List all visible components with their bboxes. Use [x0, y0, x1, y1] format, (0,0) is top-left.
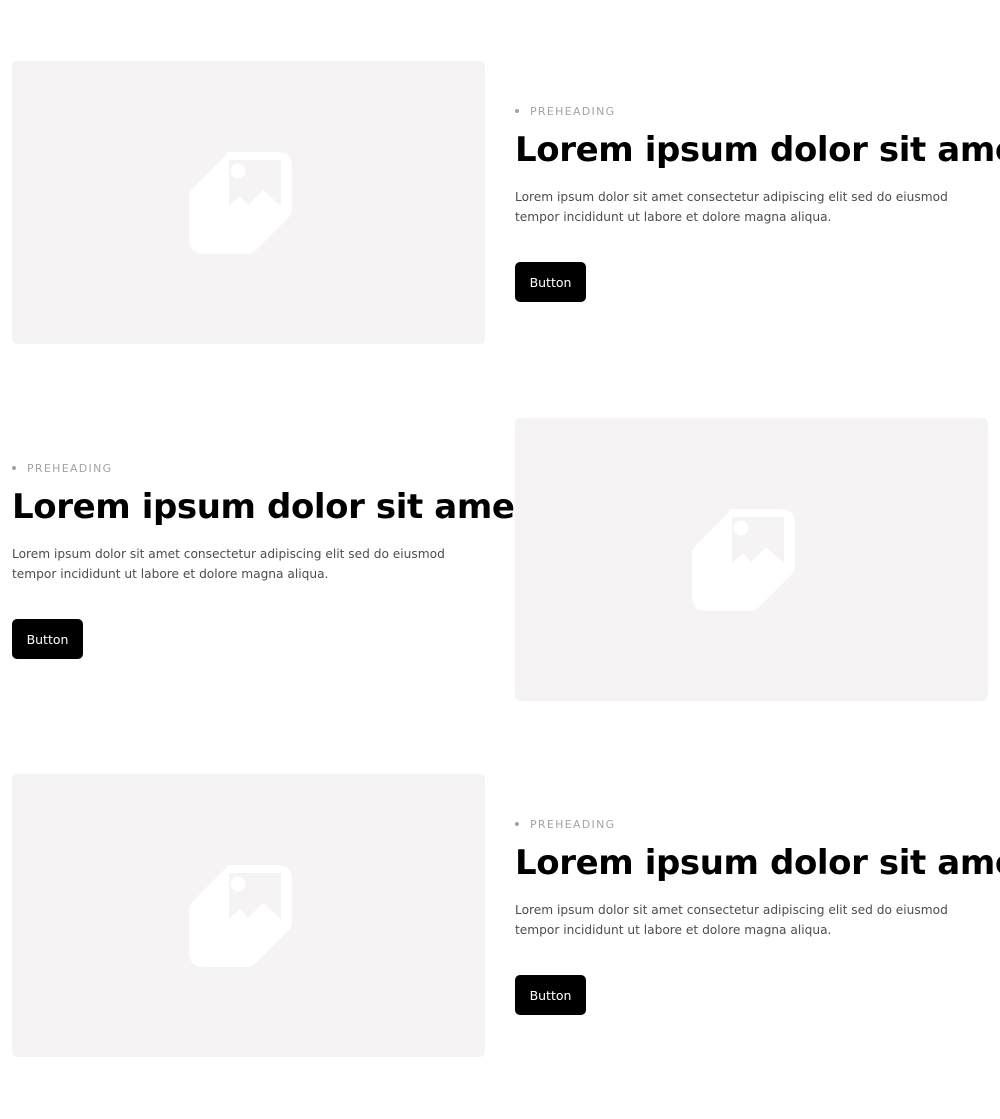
preheading: PREHEADING [12, 461, 112, 475]
feature-section-2: PREHEADING Lorem ipsum dolor sit amet Lo… [12, 418, 988, 701]
image-placeholder-icon [692, 509, 795, 611]
section-body: Lorem ipsum dolor sit amet consectetur a… [515, 190, 948, 224]
text-column: PREHEADING Lorem ipsum dolor sit amet Lo… [515, 774, 1000, 1057]
image-placeholder-icon [189, 152, 292, 254]
feature-section-1: PREHEADING Lorem ipsum dolor sit amet Lo… [12, 61, 1000, 344]
section-headline: Lorem ipsum dolor sit amet [12, 487, 531, 527]
image-placeholder [515, 418, 988, 701]
cta-button[interactable]: Button [515, 262, 586, 302]
image-placeholder [12, 61, 485, 344]
bullet-dot-icon [515, 109, 519, 113]
bullet-dot-icon [12, 466, 16, 470]
image-placeholder [12, 774, 485, 1057]
preheading-label: PREHEADING [530, 817, 616, 831]
section-headline: Lorem ipsum dolor sit amet [515, 130, 1000, 170]
feature-section-3: PREHEADING Lorem ipsum dolor sit amet Lo… [12, 774, 1000, 1057]
preheading: PREHEADING [515, 104, 615, 118]
section-body: Lorem ipsum dolor sit amet consectetur a… [515, 903, 948, 937]
cta-button[interactable]: Button [515, 975, 586, 1015]
preheading: PREHEADING [515, 817, 615, 831]
text-column: PREHEADING Lorem ipsum dolor sit amet Lo… [12, 418, 531, 701]
preheading-label: PREHEADING [27, 461, 113, 475]
preheading-label: PREHEADING [530, 104, 616, 118]
bullet-dot-icon [515, 822, 519, 826]
section-body: Lorem ipsum dolor sit amet consectetur a… [12, 547, 445, 581]
image-placeholder-icon [189, 865, 292, 967]
text-column: PREHEADING Lorem ipsum dolor sit amet Lo… [515, 61, 1000, 344]
section-headline: Lorem ipsum dolor sit amet [515, 843, 1000, 883]
cta-button[interactable]: Button [12, 619, 83, 659]
